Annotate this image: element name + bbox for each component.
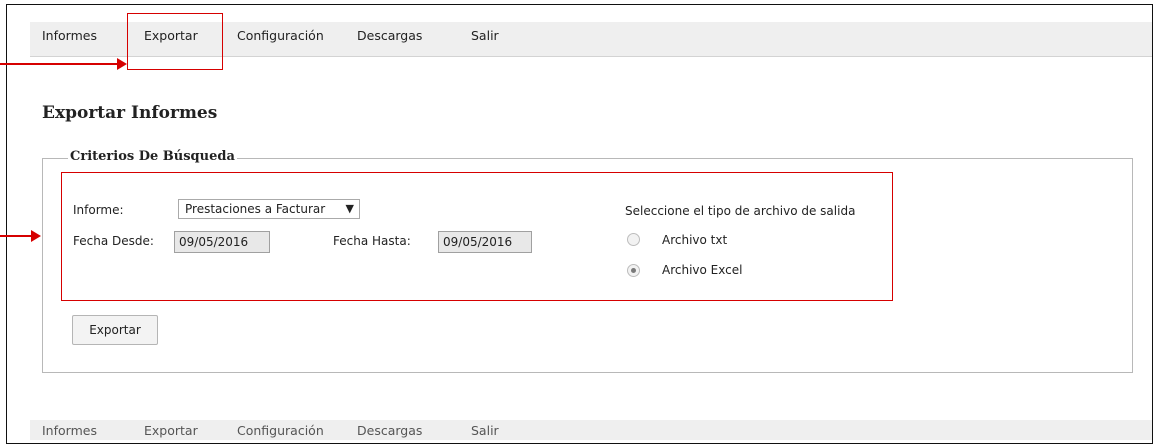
page-title: Exportar Informes (42, 103, 218, 123)
radio-archivo-txt-label: Archivo txt (662, 233, 728, 247)
bottom-nav-item-descargas[interactable]: Descargas (357, 422, 422, 440)
radio-archivo-excel[interactable] (627, 264, 640, 277)
annotation-arrowhead-nav (117, 58, 127, 70)
fecha-hasta-input[interactable]: 09/05/2016 (438, 231, 532, 253)
nav-item-descargas[interactable]: Descargas (357, 22, 422, 56)
file-type-label: Seleccione el tipo de archivo de salida (625, 204, 856, 218)
annotation-arrowhead-criteria (31, 230, 41, 242)
search-criteria-legend: Criterios De Búsqueda (68, 149, 237, 164)
informe-select[interactable]: Prestaciones a Facturar ▼ (178, 199, 360, 219)
fecha-desde-label: Fecha Desde: (73, 234, 154, 248)
bottom-nav-item-exportar[interactable]: Exportar (144, 422, 198, 440)
bottom-nav: Informes Exportar Configuración Descarga… (30, 420, 1152, 440)
bottom-nav-item-configuracion[interactable]: Configuración (237, 422, 324, 440)
bottom-nav-item-informes[interactable]: Informes (42, 422, 97, 440)
informe-selected-value: Prestaciones a Facturar (185, 202, 326, 216)
radio-archivo-excel-label: Archivo Excel (662, 263, 743, 277)
bottom-nav-item-salir[interactable]: Salir (471, 422, 499, 440)
chevron-down-icon: ▼ (345, 202, 354, 215)
annotation-arrow-criteria (0, 235, 32, 237)
annotation-arrow-nav (0, 63, 118, 65)
radio-archivo-txt[interactable] (627, 233, 640, 246)
nav-item-informes[interactable]: Informes (42, 22, 97, 56)
informe-label: Informe: (73, 203, 124, 217)
highlight-exportar-tab (127, 13, 223, 70)
fecha-hasta-label: Fecha Hasta: (333, 234, 411, 248)
fecha-desde-input[interactable]: 09/05/2016 (174, 231, 270, 253)
nav-item-salir[interactable]: Salir (471, 22, 499, 56)
export-button[interactable]: Exportar (72, 315, 158, 345)
nav-item-configuracion[interactable]: Configuración (237, 22, 324, 56)
